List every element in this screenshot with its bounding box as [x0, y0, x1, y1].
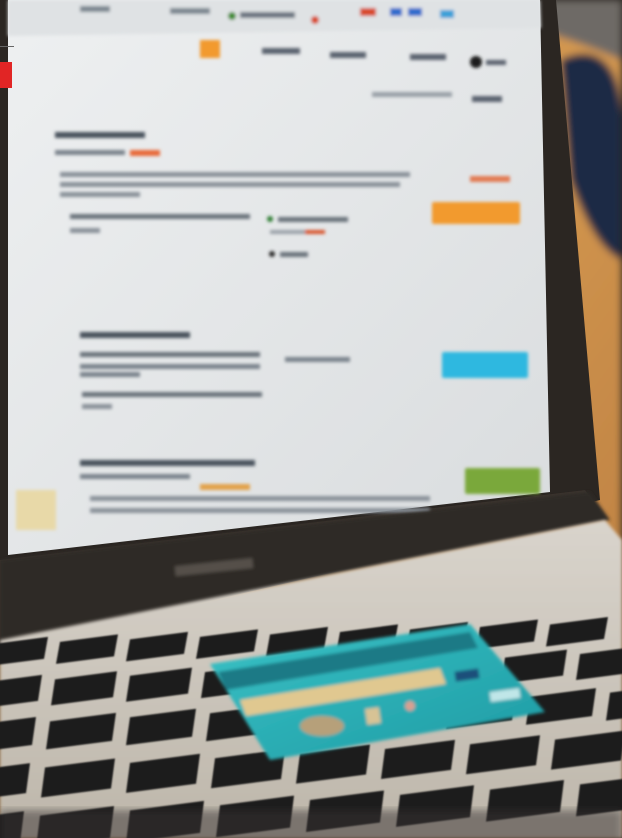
laptop-screen — [8, 0, 550, 555]
photo-scene — [0, 0, 622, 838]
laptop-photo — [0, 0, 622, 838]
foreground-blur — [0, 810, 622, 838]
